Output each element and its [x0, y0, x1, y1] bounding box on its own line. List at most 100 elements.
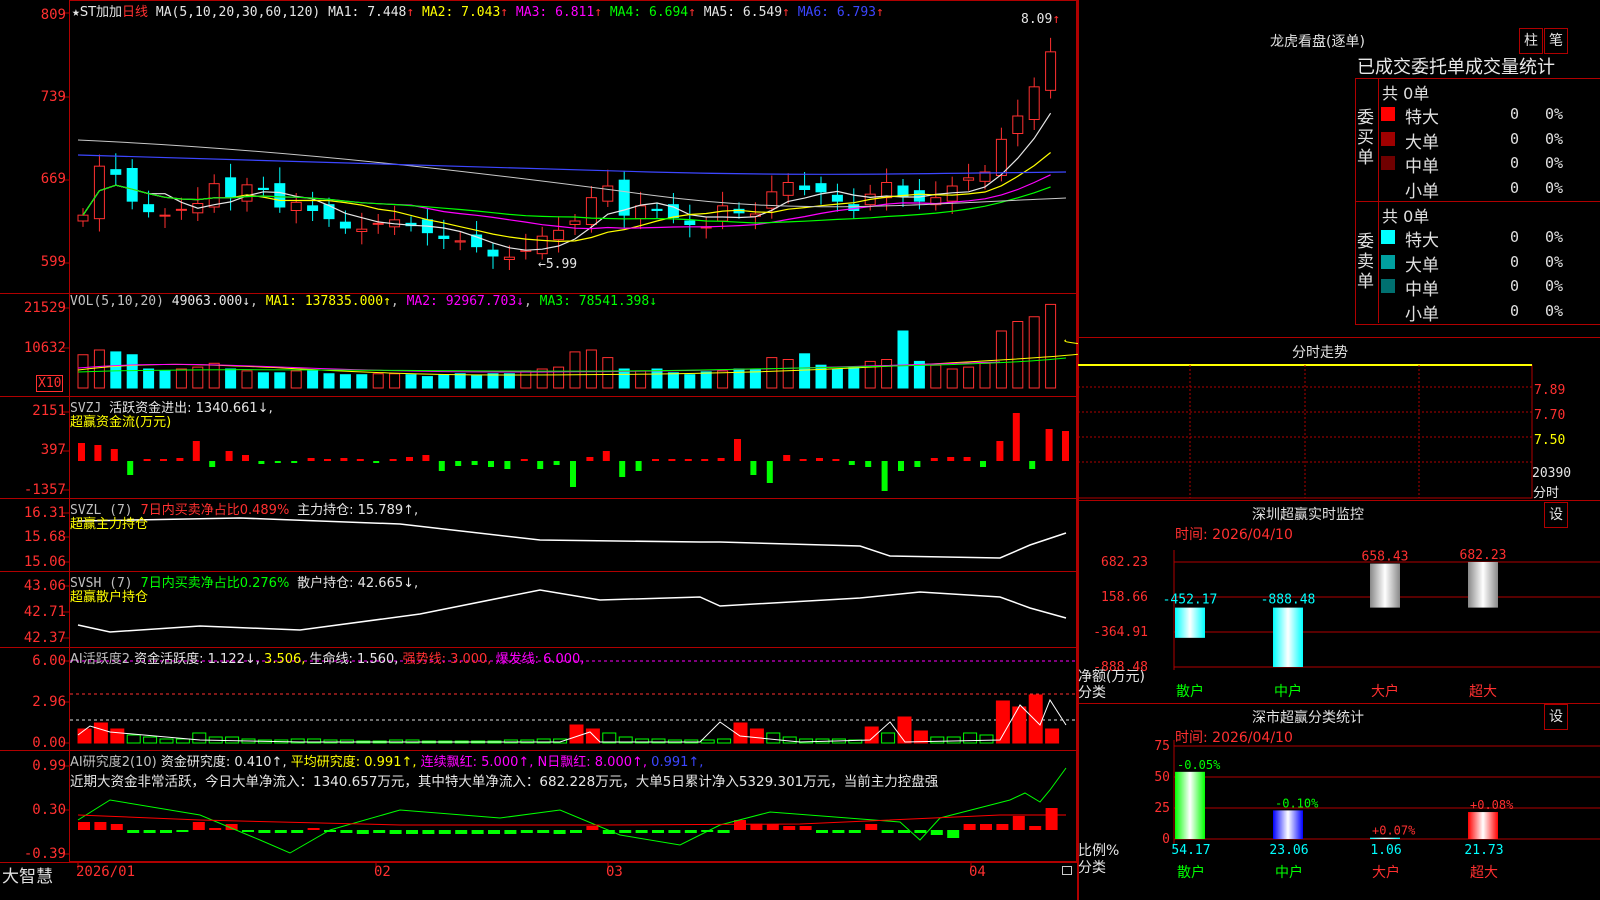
fund-flow-bar	[602, 451, 610, 461]
order-count: 0	[1510, 252, 1520, 271]
intraday-axis-label: 7.70	[1534, 408, 1566, 423]
volume-bar	[175, 368, 187, 389]
axis-label: 15.68	[23, 529, 66, 545]
main-hold-line	[77, 517, 1067, 559]
ma-value: MA4: 6.694↑	[602, 5, 696, 20]
activity-bar	[323, 739, 338, 744]
fund-flow-bar	[1045, 429, 1053, 461]
intraday-chart[interactable]	[1078, 362, 1600, 500]
order-percent: 0%	[1545, 154, 1564, 172]
monitor-bar	[1468, 562, 1498, 608]
fund-flow-bar	[406, 457, 413, 461]
research-bar	[504, 830, 517, 834]
order-percent: 0%	[1545, 301, 1564, 320]
classify-category: 散户	[1177, 864, 1205, 881]
ma-value: MA2: 7.043↑	[414, 5, 509, 20]
research-bar	[422, 830, 435, 834]
research-bar	[471, 830, 484, 834]
axis-label: 599	[40, 254, 66, 270]
research-bar	[110, 824, 123, 830]
volume-bar	[405, 374, 417, 389]
research-bar	[898, 830, 910, 833]
legend-swatch	[1381, 180, 1395, 195]
fund-flow-bar	[258, 461, 265, 464]
monitor-title: 深圳超赢实时监控	[1252, 507, 1364, 523]
candle	[175, 208, 187, 211]
fund-flow-bar	[537, 461, 544, 469]
ma-value: MA1: 7.448↑	[328, 5, 415, 20]
order-row: 中单 0 0%	[1381, 275, 1600, 300]
axis-label: 43.06	[23, 578, 66, 594]
intraday-vol-unit: 分时	[1533, 486, 1560, 501]
fund-flow-bar	[947, 457, 955, 461]
monitor-settings-button[interactable]: 设	[1544, 502, 1568, 528]
fund-flow-bar	[78, 443, 85, 461]
order-type-label: 大单	[1405, 132, 1439, 153]
volume-bar	[110, 351, 122, 389]
intraday-vol: 20390	[1532, 466, 1572, 481]
bar-mode-button[interactable]: 柱	[1519, 28, 1543, 54]
monitor-bar	[1273, 607, 1303, 667]
volume-bar	[1028, 316, 1040, 389]
volume-bar	[159, 370, 171, 389]
axis-label: 397	[40, 442, 66, 458]
activity-bar	[1028, 694, 1043, 744]
candle	[503, 256, 515, 260]
fund-flow-bar	[110, 449, 118, 461]
order-count: 0	[1510, 154, 1520, 172]
volume-bar	[782, 359, 794, 389]
fund-flow-bar	[143, 459, 151, 461]
period-label[interactable]: 日线	[122, 5, 148, 20]
activity-bar	[225, 736, 240, 744]
classify-axis-label: 50	[1154, 770, 1170, 785]
fund-flow-bar	[389, 459, 397, 461]
ai-active-header: AI活跃度2 资金活跃度: 1.122↓, 3.506, 生命线: 1.560,…	[70, 652, 585, 667]
volume-bar	[290, 370, 302, 389]
monitor-axis-label: 158.66	[1101, 590, 1148, 605]
order-stats-title: 已成交委托单成交量统计	[1357, 57, 1555, 78]
lock-icon[interactable]	[1062, 866, 1072, 875]
research-bar	[340, 830, 353, 833]
svzj-subtitle: 超赢资金流(万元)	[70, 415, 172, 430]
fund-flow-bar	[307, 458, 315, 461]
fund-flow-bar	[438, 461, 445, 471]
ma-value: MA3: 6.811↑	[508, 5, 603, 20]
volume-bar	[143, 368, 155, 389]
monitor-value: 682.23	[1460, 548, 1507, 563]
candle	[553, 229, 565, 241]
order-type-label: 小单	[1405, 304, 1439, 325]
monitor-value: 658.43	[1362, 550, 1409, 565]
candle	[93, 165, 105, 220]
ai-research-header: AI研究度2(10) 资金研究度: 0.410↑, 平均研究度: 0.991↑,…	[70, 755, 704, 770]
order-percent: 0%	[1545, 105, 1564, 123]
order-type-label: 小单	[1405, 181, 1439, 202]
fund-flow-bar	[996, 441, 1004, 461]
axis-label: 669	[40, 171, 66, 187]
activity-bar	[717, 738, 732, 744]
monitor-axis-label: -364.91	[1093, 625, 1148, 640]
fund-flow-bar	[570, 461, 576, 487]
stock-name[interactable]: ST加加	[80, 5, 122, 20]
fund-flow-bar	[504, 461, 511, 469]
order-row: 特大 0 0%	[1381, 103, 1600, 128]
candle	[881, 182, 893, 199]
fund-flow-bar	[635, 461, 642, 471]
legend-swatch	[1381, 107, 1395, 121]
candle	[995, 138, 1007, 176]
fund-flow-bar	[930, 458, 938, 461]
research-bar	[717, 830, 730, 833]
candle	[143, 204, 155, 213]
pen-mode-button[interactable]: 笔	[1544, 28, 1568, 54]
research-bar	[734, 820, 746, 830]
order-percent: 0%	[1545, 252, 1564, 271]
research-bar	[94, 822, 107, 830]
classify-settings-button[interactable]: 设	[1544, 704, 1568, 730]
favorite-star-icon[interactable]: ★	[72, 5, 80, 20]
research-bar	[652, 830, 664, 833]
candle	[438, 235, 450, 240]
activity-bar	[881, 732, 896, 744]
order-type-label: 特大	[1405, 231, 1439, 251]
fund-flow-bar	[1062, 431, 1069, 461]
order-type-label: 特大	[1405, 108, 1439, 128]
ma-line	[77, 154, 1067, 175]
